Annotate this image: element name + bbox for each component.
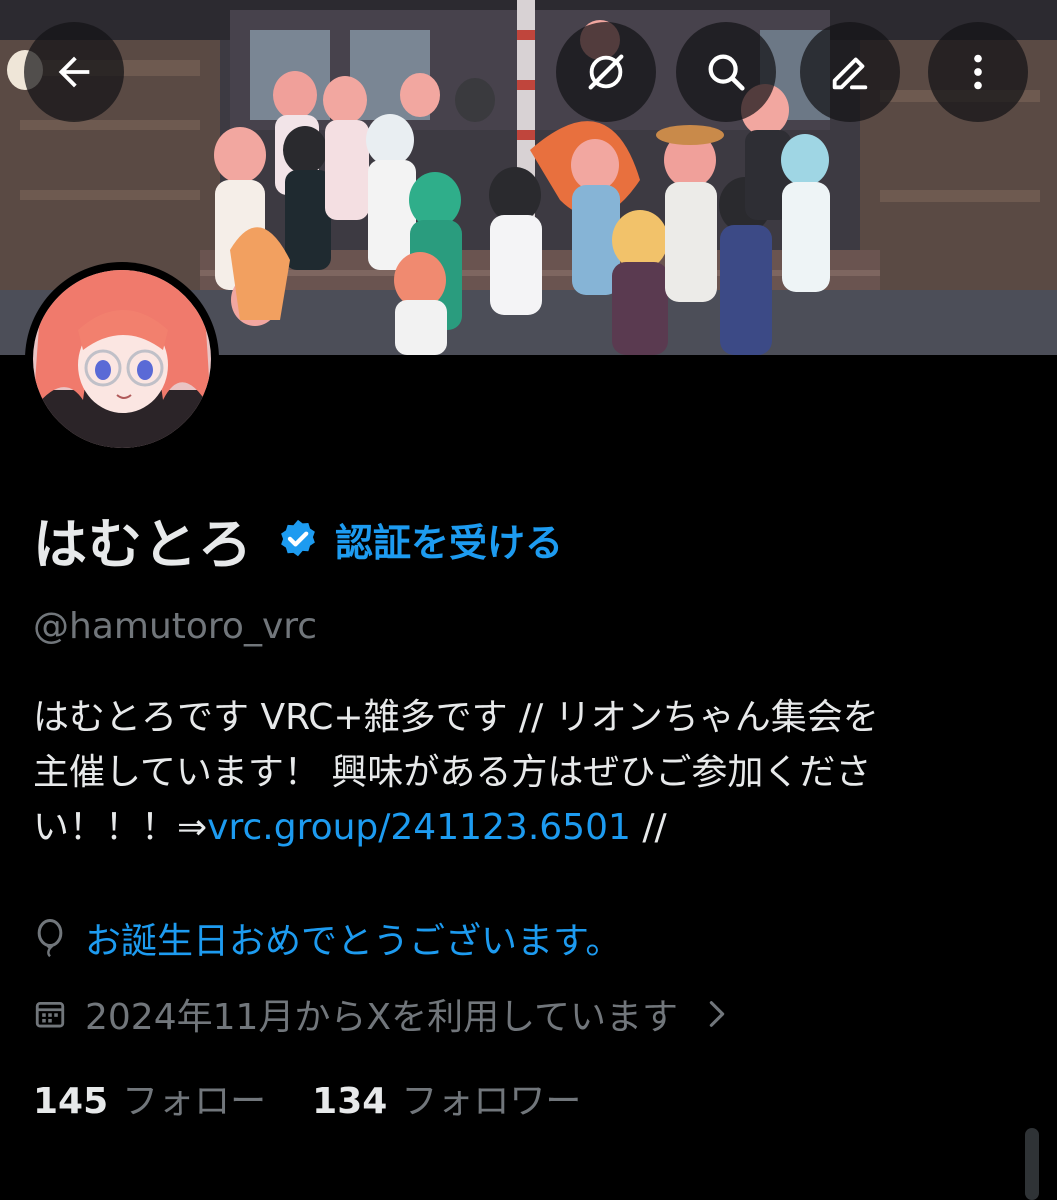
avatar-image <box>33 270 211 448</box>
profile-bio: はむとろです VRC+雑多です // リオンちゃん集会を 主催しています！ 興味… <box>33 690 1033 855</box>
bio-text: い！！！⇒ <box>33 807 208 848</box>
following-label: フォロー <box>122 1081 267 1122</box>
get-verified-link[interactable]: 認証を受ける <box>335 512 563 567</box>
followers-label: フォロワー <box>401 1081 582 1122</box>
followers-link[interactable]: 134 フォロワー <box>312 1072 581 1124</box>
bio-line: 主催しています！ 興味がある方はぜひご参加くださ <box>33 752 872 793</box>
grok-icon <box>588 54 624 90</box>
more-vertical-icon <box>974 54 982 90</box>
arrow-left-icon <box>58 56 90 88</box>
bio-text: // <box>630 807 667 848</box>
more-options-button[interactable] <box>928 22 1028 122</box>
joined-date-text: 2024年11月からXを利用しています <box>85 997 679 1038</box>
back-button[interactable] <box>24 22 124 122</box>
bio-line: はむとろです VRC+雑多です // リオンちゃん集会を <box>33 697 879 738</box>
bio-group-link[interactable]: vrc.group/241123.6501 <box>207 807 631 848</box>
profile-name-row: はむとろ 認証を受ける <box>33 500 563 579</box>
following-count: 145 <box>33 1081 109 1122</box>
birthday-row: お誕生日おめでとうございます。 <box>33 912 621 964</box>
display-name: はむとろ <box>33 513 253 576</box>
scrollbar[interactable] <box>1025 1128 1039 1200</box>
compose-icon <box>832 57 868 90</box>
calendar-icon <box>35 1001 65 1028</box>
search-icon <box>708 54 745 91</box>
followers-count: 134 <box>312 1081 388 1122</box>
profile-screen: はむとろ 認証を受ける @hamutoro_vrc はむとろです VRC+雑多で… <box>0 0 1057 1200</box>
compose-button[interactable] <box>800 22 900 122</box>
bio-line: い！！！⇒vrc.group/241123.6501 // <box>33 800 1033 855</box>
chevron-right-icon <box>709 1001 725 1027</box>
birthday-message-link[interactable]: お誕生日おめでとうございます。 <box>85 912 621 964</box>
balloon-icon <box>37 919 63 958</box>
verified-badge-icon[interactable] <box>275 517 321 563</box>
follow-stats: 145 フォロー 134 フォロワー <box>33 1072 627 1124</box>
avatar[interactable] <box>25 262 219 456</box>
search-button[interactable] <box>676 22 776 122</box>
joined-date-row[interactable]: 2024年11月からXを利用しています <box>33 988 730 1040</box>
profile-handle: @hamutoro_vrc <box>33 606 318 647</box>
following-link[interactable]: 145 フォロー <box>33 1072 266 1124</box>
grok-button[interactable] <box>556 22 656 122</box>
